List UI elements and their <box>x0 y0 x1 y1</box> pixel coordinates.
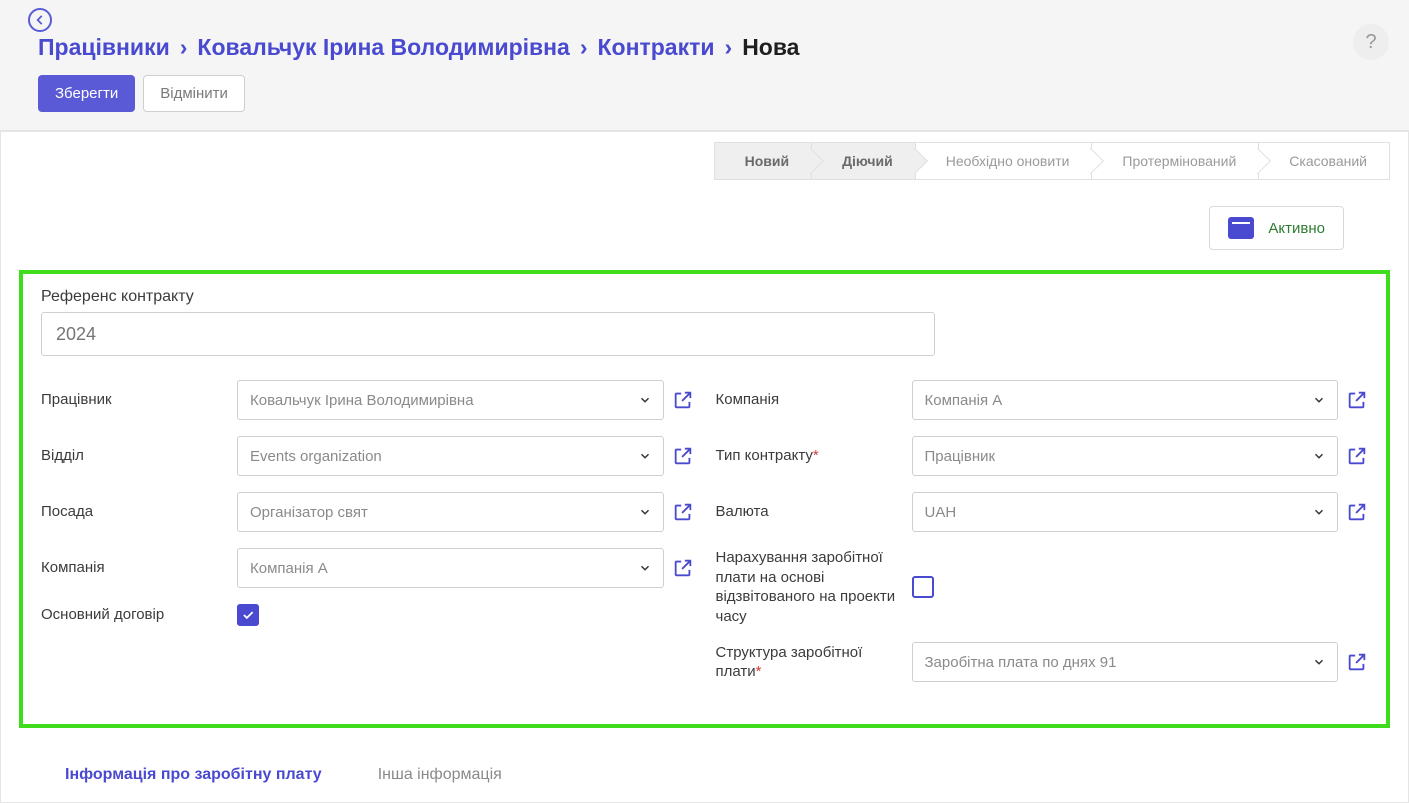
breadcrumb: Працівники › Ковальчук Ірина Володимирів… <box>38 34 1371 61</box>
payroll-by-time-label: Нарахування заробітної плати на основі в… <box>716 548 904 626</box>
chevron-down-icon <box>638 449 652 463</box>
employee-select[interactable]: Ковальчук Ірина Володимирівна <box>237 380 664 420</box>
external-link-icon[interactable] <box>1346 445 1368 467</box>
company-right-label: Компанія <box>716 390 904 410</box>
company-right-select[interactable]: Компанія А <box>912 380 1339 420</box>
salary-structure-select[interactable]: Заробітна плата по днях 91 <box>912 642 1339 682</box>
payroll-by-time-checkbox[interactable] <box>912 576 934 598</box>
chevron-down-icon <box>638 505 652 519</box>
contract-type-value: Працівник <box>925 448 996 465</box>
currency-label: Валюта <box>716 502 904 522</box>
company-left-select[interactable]: Компанія А <box>237 548 664 588</box>
archive-icon <box>1228 217 1254 239</box>
company-right-value: Компанія А <box>925 392 1003 409</box>
breadcrumb-sep: › <box>580 34 588 61</box>
reference-label: Референс контракту <box>41 288 1368 306</box>
salary-structure-label: Структура заробітної плати* <box>716 643 904 682</box>
chevron-down-icon <box>638 561 652 575</box>
external-link-icon[interactable] <box>672 501 694 523</box>
chevron-down-icon <box>1312 505 1326 519</box>
department-select[interactable]: Events organization <box>237 436 664 476</box>
company-left-label: Компанія <box>41 558 229 578</box>
contract-type-label: Тип контракту* <box>716 446 904 466</box>
main-contract-label: Основний договір <box>41 605 229 625</box>
status-step-cancelled[interactable]: Скасований <box>1259 142 1390 180</box>
external-link-icon[interactable] <box>672 445 694 467</box>
main-contract-checkbox[interactable] <box>237 604 259 626</box>
external-link-icon[interactable] <box>672 389 694 411</box>
currency-value: UAH <box>925 504 957 521</box>
back-button[interactable] <box>28 8 52 32</box>
department-label: Відділ <box>41 446 229 466</box>
breadcrumb-employee-name[interactable]: Ковальчук Ірина Володимирівна <box>197 34 569 61</box>
employee-value: Ковальчук Ірина Володимирівна <box>250 392 474 409</box>
external-link-icon[interactable] <box>1346 501 1368 523</box>
status-step-new[interactable]: Новий <box>714 142 812 180</box>
tab-other-info[interactable]: Інша інформація <box>378 766 502 784</box>
external-link-icon[interactable] <box>1346 389 1368 411</box>
company-left-value: Компанія А <box>250 560 328 577</box>
contract-type-select[interactable]: Працівник <box>912 436 1339 476</box>
chevron-down-icon <box>1312 393 1326 407</box>
chevron-down-icon <box>638 393 652 407</box>
save-button[interactable]: Зберегти <box>38 75 135 112</box>
active-badge[interactable]: Активно <box>1209 206 1344 250</box>
external-link-icon[interactable] <box>672 557 694 579</box>
reference-input[interactable] <box>41 312 935 356</box>
chevron-down-icon <box>1312 655 1326 669</box>
status-step-expired[interactable]: Протермінований <box>1092 142 1259 180</box>
department-value: Events organization <box>250 448 382 465</box>
chevron-down-icon <box>1312 449 1326 463</box>
status-step-active[interactable]: Діючий <box>812 142 916 180</box>
external-link-icon[interactable] <box>1346 651 1368 673</box>
salary-structure-value: Заробітна плата по днях 91 <box>925 654 1117 671</box>
contract-form: Референс контракту Працівник Ковальчук І… <box>19 270 1390 728</box>
cancel-button[interactable]: Відмінити <box>143 75 245 112</box>
help-button[interactable]: ? <box>1353 24 1389 60</box>
employee-label: Працівник <box>41 390 229 410</box>
breadcrumb-sep: › <box>180 34 188 61</box>
breadcrumb-sep: › <box>725 34 733 61</box>
currency-select[interactable]: UAH <box>912 492 1339 532</box>
position-select[interactable]: Організатор свят <box>237 492 664 532</box>
position-value: Організатор свят <box>250 504 368 521</box>
status-step-update-needed[interactable]: Необхідно оновити <box>916 142 1093 180</box>
position-label: Посада <box>41 502 229 522</box>
status-stepper: Новий Діючий Необхідно оновити Протермін… <box>714 142 1390 180</box>
breadcrumb-contracts[interactable]: Контракти <box>598 34 715 61</box>
tab-salary-info[interactable]: Інформація про заробітну плату <box>65 766 322 784</box>
breadcrumb-employees[interactable]: Працівники <box>38 34 170 61</box>
breadcrumb-current: Нова <box>742 34 799 61</box>
active-badge-label: Активно <box>1268 220 1325 237</box>
